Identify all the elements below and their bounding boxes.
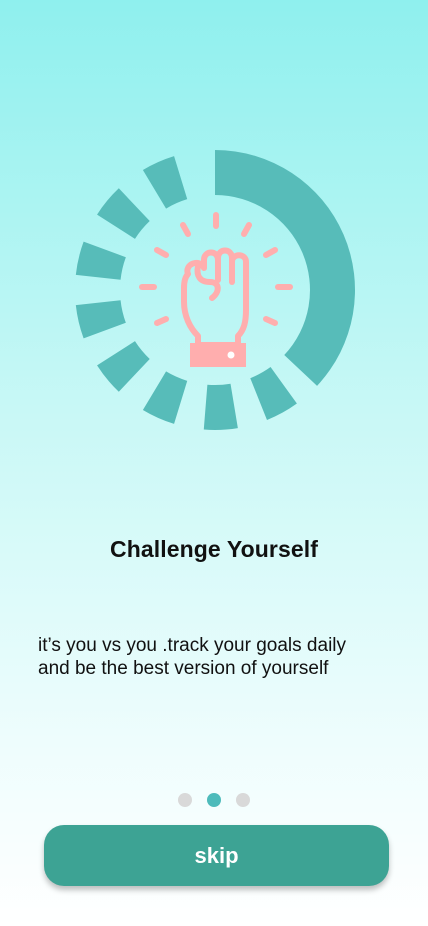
page-dot-1[interactable] — [178, 793, 192, 807]
description-line: it’s you vs you .track your goals daily — [38, 635, 347, 656]
hero-illustration — [60, 140, 370, 450]
page-title: Challenge Yourself — [109, 536, 318, 562]
progress-ring-segment — [142, 371, 188, 424]
page-dot-3[interactable] — [236, 793, 250, 807]
progress-ring-segment — [97, 188, 150, 239]
description-line: and be the best version of yourself — [38, 658, 329, 679]
progress-ring-segment — [250, 367, 297, 420]
progress-ring-segment — [142, 156, 188, 209]
page-description: it’s you vs you .track your goals daily … — [38, 634, 408, 680]
cuff-icon — [190, 343, 246, 367]
progress-ring-segment — [97, 341, 150, 392]
skip-button[interactable]: skip — [44, 825, 389, 886]
progress-ring-segment — [203, 383, 238, 430]
page-indicator — [0, 793, 428, 809]
fist-icon — [139, 212, 293, 348]
progress-ring-segment — [75, 241, 126, 280]
progress-ring-segment — [75, 300, 126, 339]
page-dot-2-active[interactable] — [207, 793, 221, 807]
